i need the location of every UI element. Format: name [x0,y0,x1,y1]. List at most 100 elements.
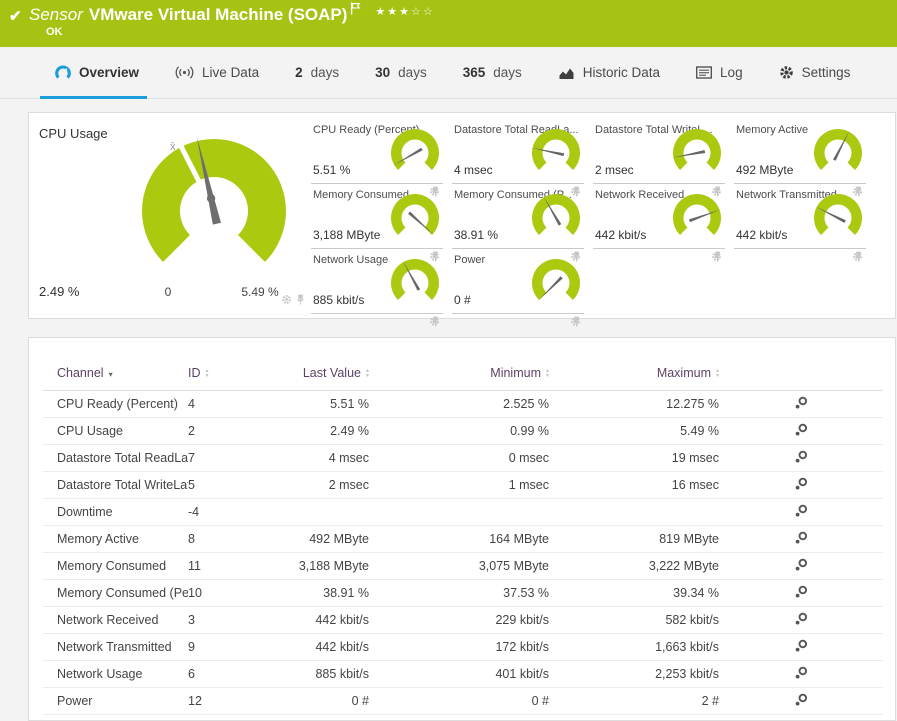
mini-gauge-datastore-total-readla[interactable]: Datastore Total ReadLa... 4 msec [452,121,584,197]
mini-gauge-memory-active[interactable]: Memory Active 492 MByte [734,121,866,197]
tab-bar: Overview Live Data 2 days 30 days 365 days Histo… [0,47,897,99]
id-cell: -4 [188,498,258,526]
channel-settings-icon[interactable] [794,450,808,467]
tab-label: days [398,65,427,80]
live-data-icon [175,66,194,79]
channel-settings-icon[interactable] [794,477,808,494]
channel-cell[interactable]: CPU Usage [43,417,188,445]
tab-30-days[interactable]: 30 days [375,47,427,98]
channel-cell[interactable]: Datastore Total ReadLate... [43,444,188,472]
channel-cell[interactable]: Memory Active [43,525,188,553]
mini-gauge-dial [531,129,580,170]
channel-cell[interactable]: Network Usage [43,660,188,688]
tab-label: Historic Data [582,65,661,80]
column-header-channel[interactable]: Channel ▾ [43,348,188,391]
max-cell: 16 msec [549,471,719,499]
id-cell: 11 [188,552,258,580]
tab-historic-data[interactable]: Historic Data [558,47,660,98]
id-cell: 9 [188,633,258,661]
min-cell: 0 # [369,687,549,715]
channel-cell[interactable]: Downtime [43,498,188,526]
table-row-downtime: Downtime -4 [43,498,883,526]
channel-settings-icon[interactable] [794,504,808,521]
id-cell: 10 [188,579,258,607]
primary-gauge-value: 2.49 % [39,284,80,299]
channel-settings-icon[interactable] [794,531,808,548]
channel-cell[interactable]: Datastore Total WriteLate... [43,471,188,499]
priority-stars[interactable]: ★★★☆☆ [375,2,434,22]
mini-gauge-cpu-ready-percent[interactable]: CPU Ready (Percent) 5.51 % [311,121,443,197]
mini-gauge-network-usage[interactable]: Network Usage 885 kbit/s [311,251,443,327]
id-cell: 8 [188,525,258,553]
tab-number: 30 [375,65,391,80]
channel-settings-icon[interactable] [794,693,808,710]
mini-gauge-datastore-total-writel[interactable]: Datastore Total WriteL... 2 msec [593,121,725,197]
mini-gauge-dial [814,194,862,235]
tab-settings[interactable]: Settings [779,47,850,98]
last-cell: 885 kbit/s [258,660,369,688]
tab-overview[interactable]: Overview [39,47,148,99]
sort-icon: ▴ ▾ [365,367,369,379]
actions-cell [719,606,883,634]
mini-gauge-memory-consumed[interactable]: Memory Consumed 3,188 MByte [311,186,443,262]
mini-gauge-network-transmitted[interactable]: Network Transmitted 442 kbit/s [734,186,866,262]
actions-cell [719,633,883,661]
last-cell: 3,188 MByte [258,552,369,580]
column-header-minimum[interactable]: Minimum ▴ ▾ [369,348,549,391]
column-header-last-value[interactable]: Last Value ▴ ▾ [258,348,369,391]
gauge-pin-icon[interactable] [296,292,305,310]
last-cell: 2 msec [258,471,369,499]
channel-settings-icon[interactable] [794,585,808,602]
min-cell: 229 kbit/s [369,606,549,634]
table-header-row: Channel ▾ ID ▴ ▾ Last Value ▴ ▾ Minimum ▴ ▾ Maximum… [43,348,883,391]
mini-gauge-dial [391,259,439,300]
channel-settings-icon[interactable] [794,639,808,656]
mini-gauge-dial [532,194,580,235]
channel-cell[interactable]: Network Received [43,606,188,634]
tab-365-days[interactable]: 365 days [463,47,522,98]
table-row-memory-consumed: Memory Consumed 11 3,188 MByte 3,075 MByte 3… [43,552,883,580]
mini-gauge-network-received[interactable]: Network Received 442 kbit/s [593,186,725,262]
mini-gauge-power[interactable]: Power 0 # [452,251,584,327]
column-header-maximum[interactable]: Maximum ▴ ▾ [549,348,719,391]
channel-settings-icon[interactable] [794,666,808,683]
channel-cell[interactable]: Memory Consumed [43,552,188,580]
column-header-id[interactable]: ID ▴ ▾ [188,348,258,391]
mini-gauge-value: 4 msec [454,163,493,177]
mini-gauge-memory-consumed-p[interactable]: Memory Consumed (P... 38.91 % [452,186,584,262]
tab-number: 365 [462,65,486,80]
tab-log[interactable]: Log [696,47,743,98]
gauges-panel: CPU Usage x̄ 2.49 % 0 5.49 % CPU Ready (… [28,112,896,327]
flag-icon[interactable] [350,0,361,20]
max-cell: 3,222 MByte [549,552,719,580]
channel-cell[interactable]: Network Transmitted [43,633,188,661]
tab-live-data[interactable]: Live Data [175,47,259,98]
tab-2-days[interactable]: 2 days [295,47,339,98]
column-header-label: Last Value [302,366,361,380]
primary-gauge-tile[interactable]: CPU Usage x̄ 2.49 % 0 5.49 % [29,113,329,318]
max-cell: 1,663 kbit/s [549,633,719,661]
max-cell: 2 # [549,687,719,715]
actions-cell [719,444,883,472]
table-row-network-transmitted: Network Transmitted 9 442 kbit/s 172 kbit/s… [43,633,883,661]
channel-settings-icon[interactable] [794,423,808,440]
channel-cell[interactable]: CPU Ready (Percent) [43,390,188,418]
channel-cell[interactable]: Power [43,687,188,715]
column-header-label: Maximum [656,366,711,380]
actions-cell [719,498,883,526]
gear-icon [779,65,794,80]
channel-settings-icon[interactable] [794,612,808,629]
id-cell: 12 [188,687,258,715]
status-ok-check-icon: ✔ [9,8,22,25]
sort-icon: ▴ ▾ [205,367,209,379]
mini-gauge-dial [672,129,721,170]
mini-gauge-value: 442 kbit/s [736,228,788,242]
channel-settings-icon[interactable] [794,558,808,575]
channel-settings-icon[interactable] [794,396,808,413]
gauge-gear-icon[interactable] [281,292,292,310]
channel-cell[interactable]: Memory Consumed (Per... [43,579,188,607]
min-cell: 37.53 % [369,579,549,607]
sensor-kind-label: Sensor [29,5,83,24]
column-header-label: ID [188,366,201,380]
tab-label: days [493,65,522,80]
